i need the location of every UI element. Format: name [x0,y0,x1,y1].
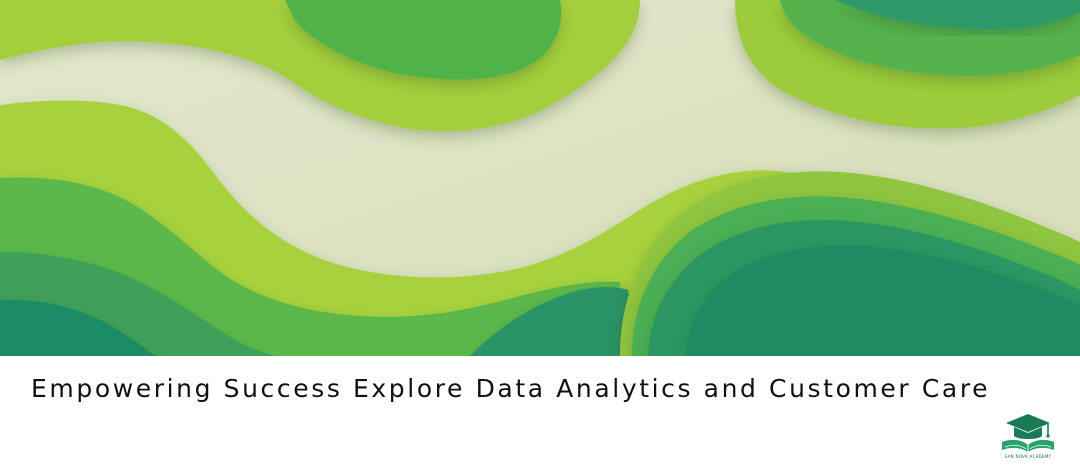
paper-waves-artwork [0,0,1080,356]
hero-image [0,0,1080,356]
graduation-cap-book-icon [1002,414,1054,452]
academy-logo-text: SAN NOVA ACADEMY [1004,454,1052,459]
banner-headline: Empowering Success Explore Data Analytic… [31,374,991,403]
